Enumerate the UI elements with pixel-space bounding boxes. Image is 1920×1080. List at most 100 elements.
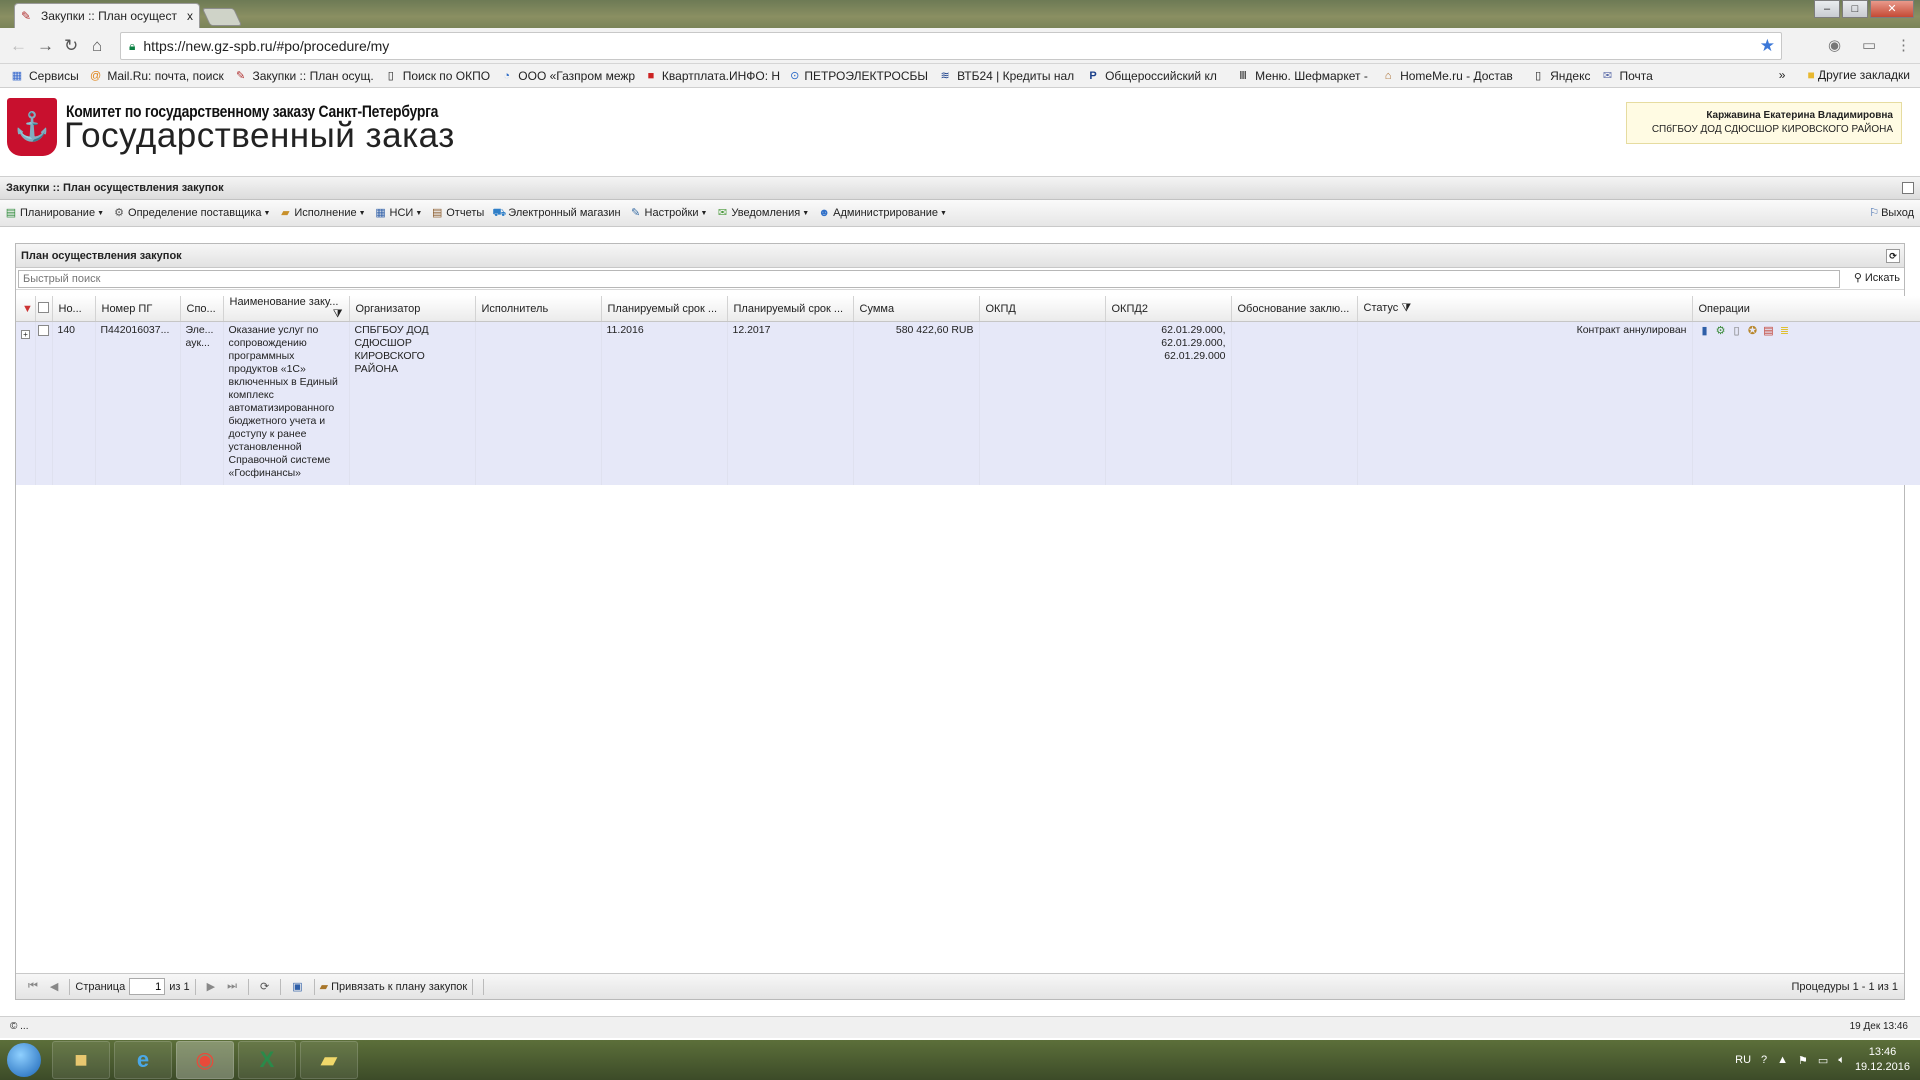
cell-justification [1231, 321, 1358, 485]
address-bar[interactable]: 🔒︎ https://new.gz-spb.ru/#po/procedure/m… [120, 32, 1782, 60]
refresh-panel-icon[interactable]: ⟳ [1886, 249, 1900, 263]
col-executor[interactable]: Исполнитель [475, 296, 602, 322]
col-justification[interactable]: Обоснование заклю... [1231, 296, 1358, 322]
col-plan-start[interactable]: Планируемый срок ... [601, 296, 728, 322]
menu-icon[interactable]: ⋮ [1896, 36, 1911, 54]
row-expander-cell[interactable]: + [16, 321, 36, 485]
flag-icon[interactable]: ⚑ [1798, 1054, 1808, 1067]
bookmark-gazprom[interactable]: ◔ ООО «Газпром межр [500, 69, 635, 83]
bookmark-vtb[interactable]: ≋ ВТБ24 | Кредиты нал [938, 69, 1076, 83]
menu-item-reports[interactable]: ▤ Отчеты [430, 206, 484, 220]
help-icon[interactable]: ? [1761, 1054, 1767, 1066]
other-bookmarks-folder[interactable]: ■ Другие закладки [1807, 68, 1910, 82]
menu-item-admin[interactable]: ☻ Администрирование ▼ [817, 206, 947, 220]
next-page-icon[interactable]: ▶ [207, 980, 215, 993]
notes-icon[interactable]: ≣ [1778, 324, 1792, 338]
panel-title: План осуществления закупок [21, 250, 182, 262]
col-plan-end[interactable]: Планируемый срок ... [727, 296, 854, 322]
col-sum[interactable]: Сумма [853, 296, 980, 322]
prev-page-icon[interactable]: ◀ [50, 980, 58, 993]
tray-expand-icon[interactable]: ▲ [1777, 1054, 1788, 1066]
filter-icon[interactable]: ⧩ [333, 308, 343, 321]
search-button[interactable]: ⚲ Искать [1854, 271, 1900, 285]
bookmark-classifier[interactable]: Р Общероссийский кл [1086, 69, 1226, 83]
attach-to-plan-button[interactable]: ▰ Привязать к плану закупок [320, 980, 468, 993]
tab-close-icon[interactable]: x [187, 9, 193, 23]
clock[interactable]: 13:46 19.12.2016 [1855, 1045, 1910, 1075]
menu-item-label: Уведомления [731, 207, 801, 219]
close-window-button[interactable]: ✕ [1870, 0, 1914, 18]
network-icon[interactable]: ▭ [1818, 1054, 1828, 1067]
bookmark-services[interactable]: ▦ Сервисы [10, 69, 79, 83]
bookmark-chef[interactable]: Ⅲ Меню. Шефмаркет - [1236, 69, 1371, 83]
col-pg-number[interactable]: Номер ПГ [95, 296, 181, 322]
maximize-button[interactable]: □ [1842, 0, 1868, 18]
last-page-icon[interactable]: ⏭ [227, 980, 237, 993]
taskbar-explorer[interactable]: ■ [52, 1041, 110, 1079]
back-icon[interactable]: ← [10, 36, 27, 56]
home-icon[interactable]: ⌂ [92, 36, 102, 56]
select-all-checkbox[interactable] [37, 301, 49, 313]
menu-item-planning[interactable]: ▤ Планирование ▼ [4, 206, 104, 220]
minimize-button[interactable]: – [1814, 0, 1840, 18]
first-page-icon[interactable]: ⏮ [28, 980, 38, 993]
taskbar-chrome[interactable]: ◉ [176, 1041, 234, 1079]
page-number-input[interactable] [129, 978, 166, 995]
emblem-icon[interactable]: ✪ [1746, 324, 1760, 338]
language-indicator[interactable]: RU [1735, 1054, 1751, 1066]
report-icon[interactable]: ▤ [1762, 324, 1776, 338]
bookmark-gz[interactable]: ✎ Закупки :: План осущ. [234, 69, 374, 83]
taskbar-ie[interactable]: e [114, 1041, 172, 1079]
row-checkbox[interactable] [37, 325, 49, 336]
filter-reset-header[interactable]: ▼ [16, 296, 36, 322]
col-okpd[interactable]: ОКПД [979, 296, 1106, 322]
taskbar-excel[interactable]: X [238, 1041, 296, 1079]
col-method[interactable]: Спо... [180, 296, 224, 322]
table-row[interactable]: + 140 П442016037... Эле... аук... Оказан… [16, 321, 1920, 485]
expand-icon[interactable]: + [21, 330, 30, 339]
menu-item-eshop[interactable]: ⛟ Электронный магазин [492, 206, 620, 220]
menu-item-label: Планирование [20, 207, 96, 219]
logout-button[interactable]: ⚐ Выход [1869, 206, 1914, 220]
bookmark-mailru[interactable]: @ Mail.Ru: почта, поиск [89, 69, 224, 83]
row-checkbox-cell[interactable] [35, 321, 53, 485]
col-okpd2[interactable]: ОКПД2 [1105, 296, 1232, 322]
start-button[interactable] [0, 1040, 48, 1080]
menu-item-label: НСИ [389, 207, 414, 219]
bookmark-kvartplata[interactable]: ■ Квартплата.ИНФО: Н [645, 69, 780, 83]
taskbar-notes[interactable]: ▰ [300, 1041, 358, 1079]
col-status[interactable]: Статус ⧩ [1357, 296, 1693, 322]
document-icon[interactable]: ▯ [1730, 324, 1744, 338]
col-organizer[interactable]: Организатор [349, 296, 476, 322]
gears-icon[interactable]: ⚙ [1714, 324, 1728, 338]
save-icon[interactable]: ▣ [292, 980, 302, 993]
forward-icon[interactable]: → [37, 36, 54, 56]
bookmark-yandex[interactable]: ▯ Яндекс [1531, 69, 1590, 83]
collapse-button[interactable] [1902, 182, 1914, 194]
col-number[interactable]: Но... [52, 296, 96, 322]
bookmark-mail[interactable]: ✉ Почта [1600, 69, 1653, 83]
volume-icon[interactable]: 🔈︎ [1838, 1054, 1845, 1067]
bookmark-okpo[interactable]: ▯ Поиск по ОКПО [384, 69, 490, 83]
extension-icon[interactable]: ◉ [1828, 36, 1841, 54]
browser-tab[interactable]: ✎ Закупки :: План осущест x [14, 3, 200, 28]
select-all-header[interactable] [35, 296, 53, 322]
cast-icon[interactable]: ▭ [1862, 36, 1876, 54]
menu-item-nsi[interactable]: ▦ НСИ ▼ [374, 206, 422, 220]
bookmark-star-icon[interactable]: ★ [1760, 36, 1775, 56]
menu-item-settings[interactable]: ✎ Настройки ▼ [629, 206, 707, 220]
menu-item-notifications[interactable]: ✉ Уведомления ▼ [715, 206, 809, 220]
bookmark-petro[interactable]: ⊙ ПЕТРОЭЛЕКТРОСБЫТ [790, 69, 928, 83]
reload-icon[interactable]: ↻ [64, 36, 78, 56]
new-tab-button[interactable] [201, 8, 243, 26]
chart-icon[interactable]: ▮ [1698, 324, 1712, 338]
filter-icon[interactable]: ⧩ [1401, 302, 1411, 314]
folder-icon: ■ [74, 1047, 88, 1072]
more-bookmarks-button[interactable]: » [1779, 68, 1786, 82]
menu-item-supplier[interactable]: ⚙ Определение поставщика ▼ [112, 206, 270, 220]
refresh-icon[interactable]: ⟳ [260, 980, 269, 993]
bookmark-homeme[interactable]: ⌂ HomeMe.ru - Достав [1381, 69, 1521, 83]
quick-search-input[interactable] [18, 270, 1840, 288]
col-name[interactable]: Наименование заку... ⧩ [223, 296, 350, 322]
menu-item-execution[interactable]: ▰ Исполнение ▼ [278, 206, 365, 220]
